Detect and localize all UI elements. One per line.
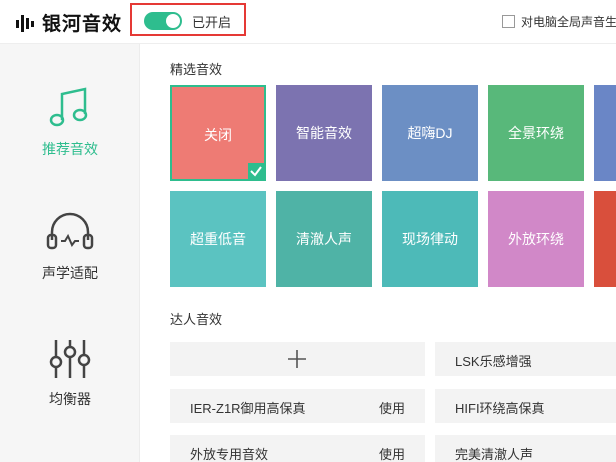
effect-toggle-highlight: 已开启: [130, 3, 246, 36]
expert-effect-row[interactable]: 外放专用音效 使用: [170, 435, 425, 462]
sidebar-item-equalizer[interactable]: 均衡器: [0, 336, 140, 456]
effect-tile-partial[interactable]: [594, 85, 616, 181]
effect-tile-bass[interactable]: 超重低音: [170, 191, 266, 287]
expert-effect-name: 外放专用音效: [190, 447, 269, 462]
header-bar: 银河音效 已开启 对电脑全局声音生效: [0, 0, 616, 44]
featured-section-title: 精选音效: [170, 62, 223, 77]
global-effect-checkbox[interactable]: [502, 15, 515, 28]
tile-label: 超嗨DJ: [407, 125, 453, 141]
sidebar-item-acoustic-adapt[interactable]: 声学适配: [0, 210, 140, 330]
plus-icon: [288, 350, 306, 368]
headphones-icon: [46, 212, 94, 250]
app-logo: 银河音效: [14, 9, 122, 36]
app-name: 银河音效: [42, 14, 123, 35]
use-button[interactable]: 使用: [379, 398, 405, 417]
expert-effect-row[interactable]: LSK乐感增强: [435, 342, 616, 376]
expert-effect-row[interactable]: 完美清澈人声: [435, 435, 616, 462]
effect-tile-live[interactable]: 现场律动: [382, 191, 478, 287]
add-custom-effect-button[interactable]: [170, 342, 425, 376]
effect-tile-partial-2[interactable]: [594, 191, 616, 287]
tile-label: 清澈人声: [296, 231, 352, 247]
expert-effect-row[interactable]: HIFI环绕高保真: [435, 389, 616, 423]
logo-icon: [16, 14, 34, 32]
expert-effect-row[interactable]: IER-Z1R御用高保真 使用: [170, 389, 425, 423]
toggle-status-label: 已开启: [192, 15, 232, 30]
music-note-icon: [49, 87, 88, 127]
use-button[interactable]: 使用: [379, 444, 405, 462]
tile-label: 现场律动: [402, 231, 458, 247]
sidebar-item-label: 推荐音效: [42, 141, 98, 157]
sidebar-item-recommended[interactable]: 推荐音效: [0, 84, 140, 204]
tile-label: 关闭: [204, 127, 232, 143]
tile-label: 智能音效: [296, 125, 352, 141]
effect-tile-dj[interactable]: 超嗨DJ: [382, 85, 478, 181]
effect-tile-surround[interactable]: 全景环绕: [488, 85, 584, 181]
tile-label: 全景环绕: [508, 125, 564, 141]
global-effect-label: 对电脑全局声音生效: [521, 15, 616, 29]
toggle-knob: [166, 14, 180, 28]
tile-label: 超重低音: [190, 231, 246, 247]
effect-tile-smart[interactable]: 智能音效: [276, 85, 372, 181]
sidebar-item-label: 均衡器: [49, 391, 91, 407]
effect-tile-speaker[interactable]: 外放环绕: [488, 191, 584, 287]
selected-check-icon: [248, 163, 264, 179]
expert-effect-name: IER-Z1R御用高保真: [190, 401, 306, 416]
global-effect-option[interactable]: 对电脑全局声音生效: [502, 13, 616, 30]
equalizer-icon: [49, 340, 91, 378]
expert-effect-name: 完美清澈人声: [455, 447, 534, 462]
effect-tile-off[interactable]: 关闭: [170, 85, 266, 181]
expert-effect-name: HIFI环绕高保真: [455, 401, 545, 416]
sidebar-item-label: 声学适配: [42, 265, 98, 281]
effect-tile-vocal[interactable]: 清澈人声: [276, 191, 372, 287]
sidebar: 推荐音效 声学适配 均衡器: [0, 44, 140, 462]
expert-section-title: 达人音效: [170, 312, 223, 327]
effect-toggle[interactable]: [144, 12, 182, 30]
main-panel: 精选音效 关闭 智能音效 超嗨DJ 全景环绕 超重低音 清澈人声 现场律动 外放…: [140, 44, 616, 462]
tile-label: 外放环绕: [508, 231, 564, 247]
expert-effect-name: LSK乐感增强: [455, 354, 532, 369]
